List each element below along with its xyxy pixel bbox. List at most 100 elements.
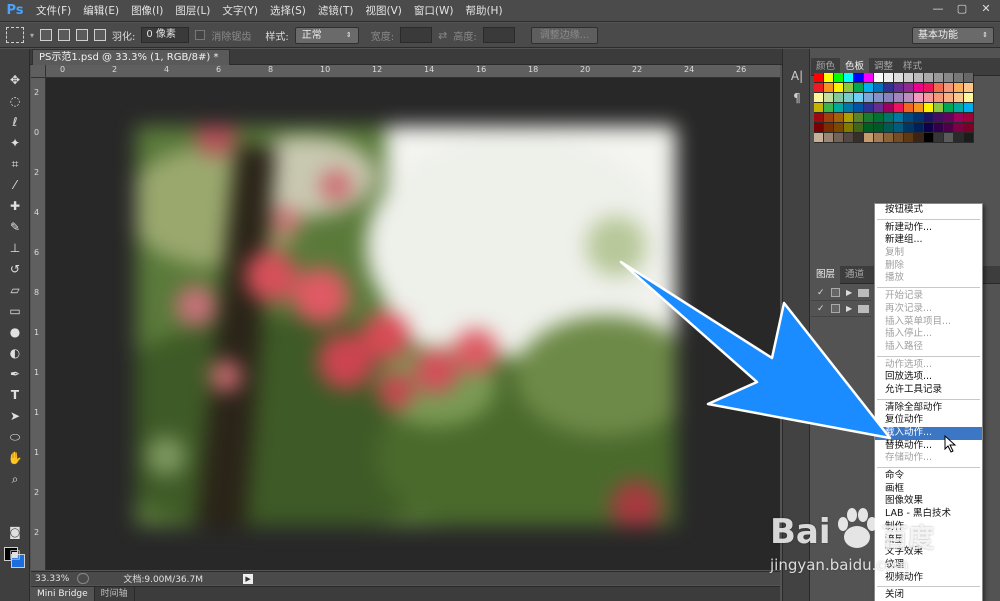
color-swatch[interactable]: [924, 113, 934, 123]
color-swatch[interactable]: [924, 103, 934, 113]
color-swatch[interactable]: [934, 83, 944, 93]
color-swatch[interactable]: [964, 83, 974, 93]
action-set-row[interactable]: ✓ ▶: [811, 285, 871, 301]
color-swatch[interactable]: [874, 113, 884, 123]
menu-item-7[interactable]: 视图(V): [359, 0, 407, 22]
tab-panel-mid-1[interactable]: 通道: [840, 266, 869, 284]
dialog-toggle-box[interactable]: [831, 288, 840, 297]
toggle-check-icon[interactable]: ✓: [817, 288, 825, 298]
color-swatch[interactable]: [844, 73, 854, 83]
color-swatch[interactable]: [824, 103, 834, 113]
path-selection-tool-icon[interactable]: ➤: [5, 407, 25, 425]
color-swatch[interactable]: [964, 123, 974, 133]
color-swatch[interactable]: [864, 73, 874, 83]
menu-item-8[interactable]: 窗口(W): [408, 0, 460, 22]
menu-item-关闭[interactable]: 关闭: [875, 589, 982, 601]
color-swatch[interactable]: [944, 113, 954, 123]
crop-tool-icon[interactable]: ⌗: [5, 155, 25, 173]
color-swatch[interactable]: [884, 93, 894, 103]
menu-item-6[interactable]: 滤镜(T): [312, 0, 360, 22]
color-swatch[interactable]: [844, 133, 854, 143]
menu-item-新建动作[interactable]: 新建动作...: [875, 222, 982, 235]
magic-wand-tool-icon[interactable]: ✦: [5, 134, 25, 152]
color-swatch[interactable]: [824, 83, 834, 93]
color-swatch[interactable]: [884, 103, 894, 113]
style-select[interactable]: 正常 ⇕: [294, 26, 359, 44]
color-swatch[interactable]: [944, 103, 954, 113]
quick-mask-icon[interactable]: ◙: [5, 523, 25, 541]
brush-tool-icon[interactable]: ✎: [5, 218, 25, 236]
ruler-origin[interactable]: [31, 65, 46, 78]
color-swatch[interactable]: [914, 93, 924, 103]
color-swatch[interactable]: [834, 83, 844, 93]
color-swatch[interactable]: [904, 133, 914, 143]
refine-edge-button[interactable]: 调整边缘...: [530, 26, 599, 44]
tab-panel-mid-0[interactable]: 图层: [811, 266, 841, 284]
color-swatch[interactable]: [884, 113, 894, 123]
close-window-button[interactable]: ✕: [976, 1, 996, 17]
document-tab[interactable]: PS示范1.psd @ 33.3% (1, RGB/8#) * ×: [32, 49, 230, 78]
color-swatch[interactable]: [914, 103, 924, 113]
move-tool-icon[interactable]: ✥: [5, 71, 25, 89]
new-selection-icon[interactable]: [40, 29, 53, 41]
menu-item-复位动作[interactable]: 复位动作: [875, 414, 982, 427]
color-swatch[interactable]: [944, 83, 954, 93]
color-swatch[interactable]: [834, 133, 844, 143]
minimize-button[interactable]: —: [928, 1, 948, 17]
color-swatch[interactable]: [854, 133, 864, 143]
feather-input[interactable]: 0 像素: [141, 27, 190, 43]
screen-mode-icon[interactable]: ▣: [5, 545, 25, 563]
color-swatch[interactable]: [954, 133, 964, 143]
type-tool-icon[interactable]: T: [5, 386, 25, 404]
color-swatch[interactable]: [964, 103, 974, 113]
blur-tool-icon[interactable]: ●: [5, 323, 25, 341]
color-swatch[interactable]: [854, 73, 864, 83]
color-swatch[interactable]: [894, 133, 904, 143]
color-swatch[interactable]: [924, 93, 934, 103]
color-swatch[interactable]: [824, 73, 834, 83]
toggle-check-icon[interactable]: ✓: [817, 304, 825, 314]
color-swatch[interactable]: [864, 123, 874, 133]
color-swatch[interactable]: [814, 103, 824, 113]
color-swatch[interactable]: [854, 83, 864, 93]
color-swatch[interactable]: [904, 113, 914, 123]
color-swatch[interactable]: [894, 83, 904, 93]
healing-brush-tool-icon[interactable]: ✚: [5, 197, 25, 215]
color-swatch[interactable]: [914, 133, 924, 143]
color-swatch[interactable]: [834, 113, 844, 123]
zoom-level[interactable]: 33.33%: [35, 574, 69, 584]
color-swatch[interactable]: [884, 73, 894, 83]
color-swatch[interactable]: [954, 113, 964, 123]
clone-stamp-tool-icon[interactable]: ⊥: [5, 239, 25, 257]
color-swatch[interactable]: [854, 113, 864, 123]
color-swatch[interactable]: [904, 93, 914, 103]
color-swatch[interactable]: [934, 93, 944, 103]
color-swatch[interactable]: [814, 133, 824, 143]
menu-item-5[interactable]: 选择(S): [264, 0, 312, 22]
color-swatch[interactable]: [864, 113, 874, 123]
menu-item-1[interactable]: 编辑(E): [77, 0, 125, 22]
status-options-icon[interactable]: [77, 573, 90, 584]
menu-item-替换动作[interactable]: 替换动作...: [875, 440, 982, 453]
add-selection-icon[interactable]: [58, 29, 71, 41]
antialias-checkbox[interactable]: [195, 30, 206, 40]
color-swatch[interactable]: [964, 133, 974, 143]
color-swatch[interactable]: [864, 93, 874, 103]
character-panel-icon[interactable]: A|: [787, 67, 807, 85]
workspace-select[interactable]: 基本功能 ⇕: [912, 27, 994, 44]
color-swatch[interactable]: [854, 103, 864, 113]
color-swatch[interactable]: [834, 103, 844, 113]
color-swatch[interactable]: [914, 113, 924, 123]
menu-item-允许工具记录[interactable]: 允许工具记录: [875, 384, 982, 397]
color-swatch[interactable]: [954, 83, 964, 93]
color-swatch[interactable]: [824, 113, 834, 123]
color-swatch[interactable]: [934, 133, 944, 143]
color-swatch[interactable]: [944, 73, 954, 83]
color-swatch[interactable]: [824, 133, 834, 143]
vertical-ruler[interactable]: 2 0 2 4 6 8 1 1 1 1 2 2: [31, 78, 46, 570]
ellipse-tool-icon[interactable]: ⬭: [5, 428, 25, 446]
color-swatch[interactable]: [904, 83, 914, 93]
color-swatch[interactable]: [874, 93, 884, 103]
color-swatch[interactable]: [814, 93, 824, 103]
color-swatch[interactable]: [954, 123, 964, 133]
